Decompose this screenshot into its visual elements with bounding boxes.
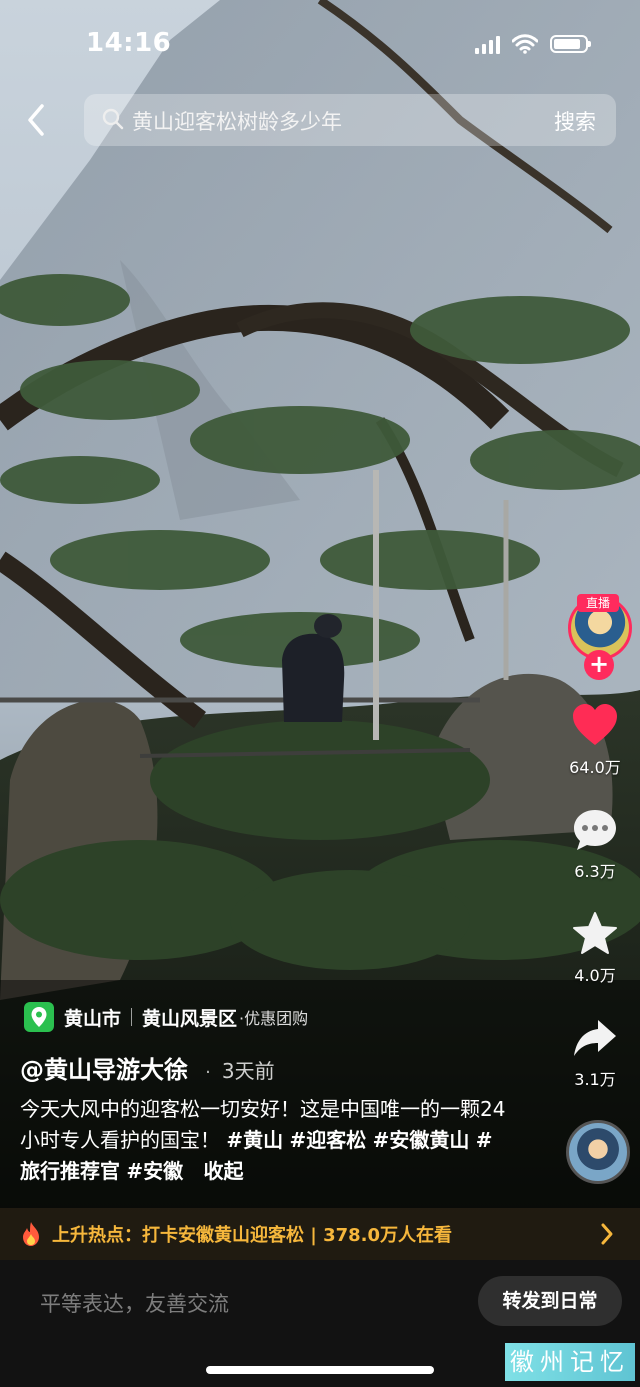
like-count: 64.0万 [569,758,621,777]
search-icon [102,108,124,130]
repost-button[interactable]: 转发到日常 [478,1276,622,1326]
trending-text: 上升热点：打卡安徽黄山迎客松 | 378.0万人在看 [52,1225,453,1246]
signal-icon [475,34,500,54]
share-button[interactable]: 3.1万 [550,1014,640,1090]
comment-count: 6.3万 [574,862,616,881]
comment-button[interactable]: 6.3万 [550,806,640,882]
location-divider [131,1008,133,1026]
search-query: 黄山迎客松树龄多少年 [132,110,342,134]
share-icon [574,1020,616,1056]
trending-bar[interactable]: 上升热点：打卡安徽黄山迎客松 | 378.0万人在看 [0,1208,640,1260]
author-row: @黄山导游大徐 · 3天前 [20,1050,275,1085]
post-time: 3天前 [221,1059,275,1083]
heart-icon [573,704,617,745]
back-icon [28,104,44,136]
chevron-right-icon [601,1223,613,1245]
hashtag[interactable]: #黄山 [226,1128,283,1152]
follow-button[interactable]: + [584,650,614,680]
location-pin-icon [24,1002,54,1032]
favorite-button[interactable]: 4.0万 [550,910,640,986]
star-icon [573,912,617,954]
location-deal: ·优惠团购 [239,1009,309,1028]
video-screen: 14:16 黄山迎客松树龄多少年 搜索 直播 + 64.0万 6.3万 4.0万… [0,0,640,1387]
search-input[interactable]: 黄山迎客松树龄多少年 搜索 [84,94,616,146]
location-area: 黄山风景区 [142,1007,238,1030]
comment-input[interactable]: 平等表达，友善交流 [40,1288,229,1318]
live-badge: 直播 [577,594,619,612]
status-bar: 14:16 [0,0,640,80]
collapse-caption-button[interactable]: 收起 [203,1159,243,1183]
like-button[interactable]: 64.0万 [550,702,640,778]
status-time: 14:16 [86,28,172,58]
music-disc[interactable] [566,1120,630,1184]
comment-icon [574,810,616,850]
location-tag[interactable]: 黄山市 黄山风景区 ·优惠团购 [24,1000,308,1034]
battery-icon [550,35,591,53]
author-dot: · [205,1062,211,1083]
hashtag[interactable]: #安徽黄山 [373,1128,470,1152]
author-name[interactable]: @黄山导游大徐 [20,1056,188,1084]
watermark: 徽州记忆 [505,1343,635,1381]
status-icons [475,32,591,56]
share-count: 3.1万 [574,1070,616,1089]
location-city: 黄山市 [64,1007,122,1030]
hashtag[interactable]: #迎客松 [289,1128,366,1152]
back-button[interactable] [20,100,52,140]
favorite-count: 4.0万 [574,966,616,985]
search-button[interactable]: 搜索 [554,106,596,136]
video-caption: 今天大风中的迎客松一切安好！这是中国唯一的一颗24小时专人看护的国宝！ #黄山 … [20,1094,510,1187]
search-row: 黄山迎客松树龄多少年 搜索 [0,92,640,148]
wifi-icon [512,34,538,54]
hashtag[interactable]: #安徽 [126,1159,183,1183]
home-indicator[interactable] [206,1366,434,1374]
fire-icon [23,1222,39,1246]
battery-level [554,39,580,49]
